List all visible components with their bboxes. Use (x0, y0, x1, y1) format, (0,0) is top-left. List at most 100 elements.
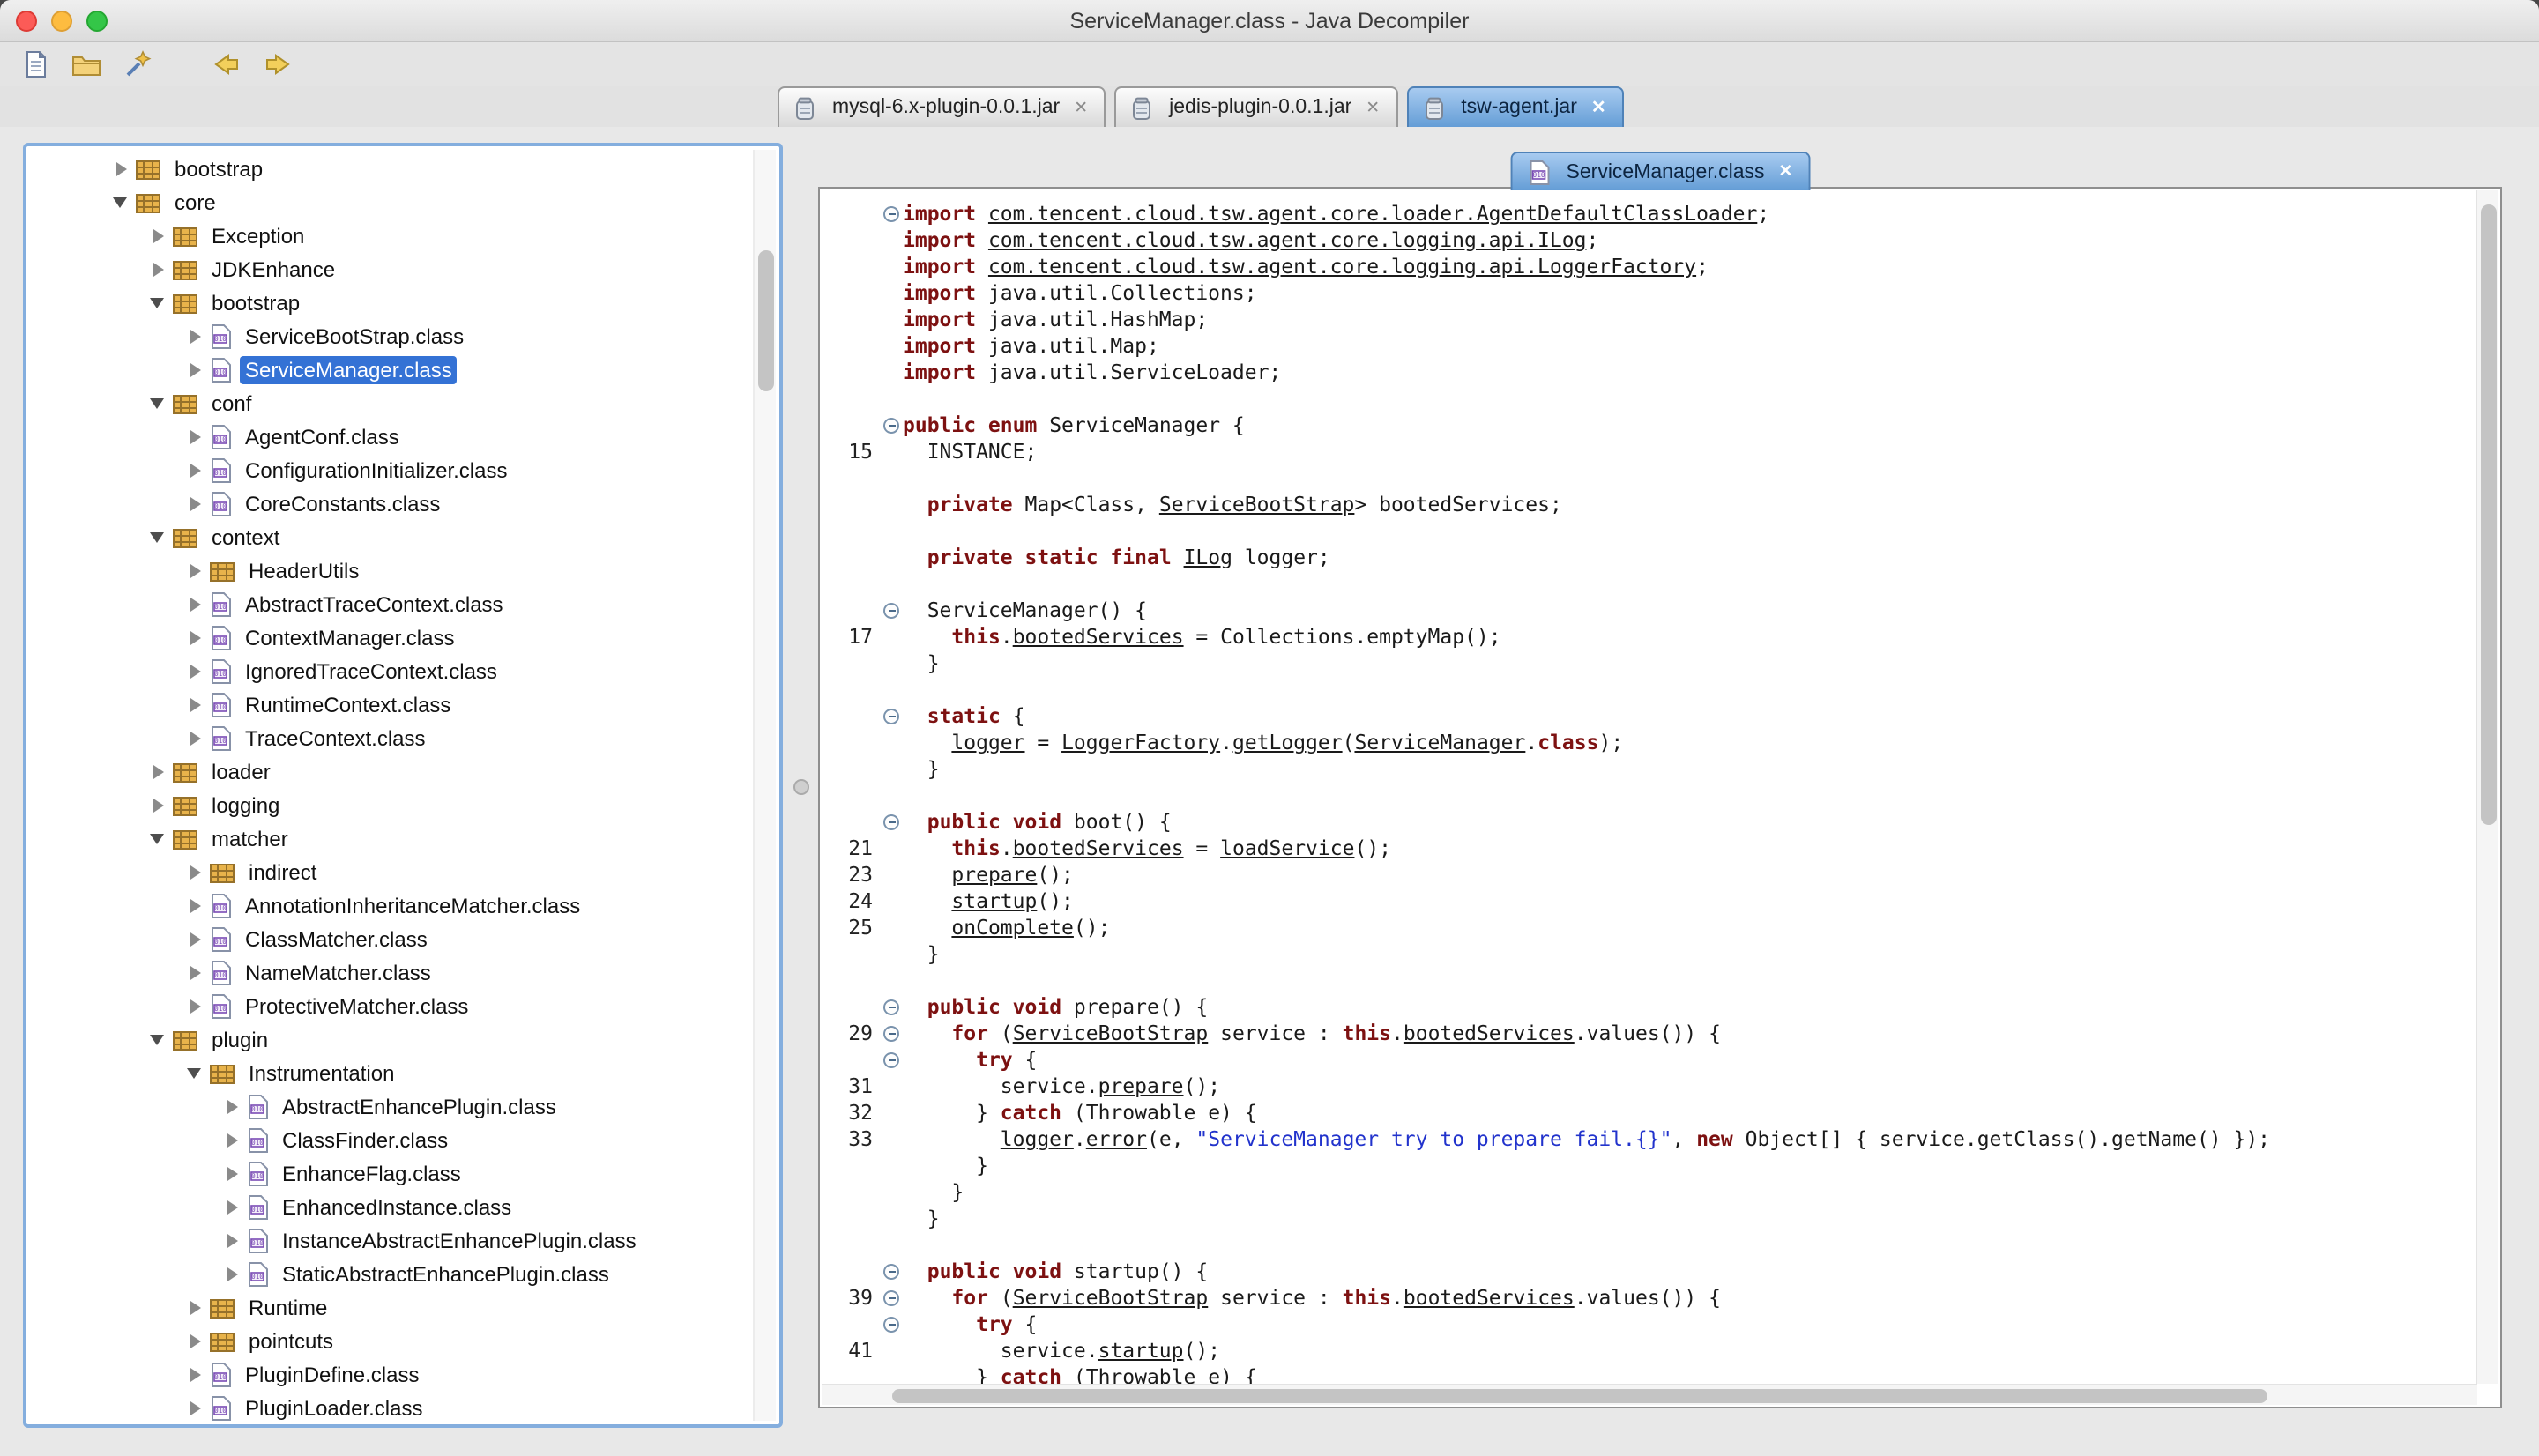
fold-icon[interactable] (880, 201, 903, 227)
chevron-collapsed-icon[interactable] (148, 226, 168, 245)
jar-tab-mysql-6-x-plugin-0-0-1-jar[interactable]: mysql-6.x-plugin-0.0.1.jar✕ (778, 86, 1106, 127)
chevron-expanded-icon[interactable] (148, 1029, 168, 1049)
tree-item-context[interactable]: context (26, 520, 755, 553)
splitter-handle[interactable] (793, 779, 809, 795)
chevron-expanded-icon[interactable] (148, 293, 168, 312)
close-icon[interactable]: ✕ (1074, 98, 1088, 117)
tree-item-logging[interactable]: logging (26, 788, 755, 821)
tree-item-abstracttracecontext-class[interactable]: 010AbstractTraceContext.class (26, 587, 755, 620)
fold-icon[interactable] (880, 1259, 903, 1285)
tree-item-exception[interactable]: Exception (26, 219, 755, 252)
chevron-collapsed-icon[interactable] (185, 561, 205, 580)
tree-item-enhanceflag-class[interactable]: 010EnhanceFlag.class (26, 1156, 755, 1190)
open-folder-button[interactable] (69, 47, 104, 82)
tree-item-staticabstractenhanceplugin-class[interactable]: 010StaticAbstractEnhancePlugin.class (26, 1257, 755, 1290)
tree-item-configurationinitializer-class[interactable]: 010ConfigurationInitializer.class (26, 453, 755, 487)
tree-item-core[interactable]: core (26, 185, 755, 219)
tree-item-servicemanager-class[interactable]: 010ServiceManager.class (26, 353, 755, 386)
fold-icon[interactable] (880, 1047, 903, 1073)
code-link[interactable]: loadService (1220, 836, 1354, 860)
tree-item-headerutils[interactable]: HeaderUtils (26, 553, 755, 587)
fold-icon[interactable] (880, 1311, 903, 1338)
fold-icon[interactable] (880, 1021, 903, 1047)
chevron-expanded-icon[interactable] (111, 192, 130, 212)
chevron-collapsed-icon[interactable] (185, 1331, 205, 1350)
chevron-collapsed-icon[interactable] (185, 862, 205, 881)
forward-button[interactable] (259, 47, 294, 82)
code-link[interactable]: logger (951, 730, 1024, 754)
editor-tab[interactable]: 010 ServiceManager.class ✕ (1510, 152, 1811, 190)
back-button[interactable] (208, 47, 243, 82)
tree-item-contextmanager-class[interactable]: 010ContextManager.class (26, 620, 755, 654)
tree-item-annotationinheritancematcher-class[interactable]: 010AnnotationInheritanceMatcher.class (26, 888, 755, 922)
search-button[interactable] (120, 47, 155, 82)
code-link[interactable]: startup (951, 888, 1037, 913)
code-link[interactable]: ServiceBootStrap (1013, 1285, 1209, 1310)
code-link[interactable]: getLogger (1232, 730, 1343, 754)
chevron-collapsed-icon[interactable] (148, 259, 168, 279)
tree-item-namematcher-class[interactable]: 010NameMatcher.class (26, 955, 755, 989)
chevron-collapsed-icon[interactable] (222, 1130, 242, 1149)
chevron-collapsed-icon[interactable] (185, 962, 205, 982)
chevron-collapsed-icon[interactable] (185, 1398, 205, 1417)
chevron-collapsed-icon[interactable] (222, 1096, 242, 1116)
code-link[interactable]: logger (1001, 1126, 1074, 1151)
code-link[interactable]: prepare (951, 862, 1037, 887)
chevron-collapsed-icon[interactable] (222, 1230, 242, 1250)
chevron-collapsed-icon[interactable] (222, 1264, 242, 1283)
close-icon[interactable]: ✕ (1591, 98, 1606, 117)
chevron-collapsed-icon[interactable] (148, 761, 168, 781)
code-link[interactable]: startup (1098, 1338, 1184, 1363)
chevron-collapsed-icon[interactable] (185, 427, 205, 446)
chevron-collapsed-icon[interactable] (185, 460, 205, 479)
close-icon[interactable]: ✕ (1779, 162, 1793, 182)
fold-icon[interactable] (880, 703, 903, 730)
tree-item-tracecontext-class[interactable]: 010TraceContext.class (26, 721, 755, 754)
chevron-collapsed-icon[interactable] (222, 1163, 242, 1183)
code-link[interactable]: com.tencent.cloud.tsw.agent.core.loader.… (988, 201, 1757, 226)
tree-item-plugindefine-class[interactable]: 010PluginDefine.class (26, 1357, 755, 1391)
tree-item-abstractenhanceplugin-class[interactable]: 010AbstractEnhancePlugin.class (26, 1089, 755, 1123)
tree-item-matcher[interactable]: matcher (26, 821, 755, 855)
code-link[interactable]: bootedServices (1404, 1285, 1575, 1310)
fold-icon[interactable] (880, 809, 903, 836)
chevron-collapsed-icon[interactable] (185, 594, 205, 613)
chevron-collapsed-icon[interactable] (185, 895, 205, 915)
chevron-collapsed-icon[interactable] (185, 326, 205, 345)
chevron-expanded-icon[interactable] (148, 393, 168, 412)
tree-item-classfinder-class[interactable]: 010ClassFinder.class (26, 1123, 755, 1156)
code-link[interactable]: bootedServices (1013, 836, 1184, 860)
code-link[interactable]: bootedServices (1013, 624, 1184, 649)
tree-item-bootstrap[interactable]: bootstrap (26, 152, 755, 185)
tree-item-runtimecontext-class[interactable]: 010RuntimeContext.class (26, 687, 755, 721)
tree-item-enhancedinstance-class[interactable]: 010EnhancedInstance.class (26, 1190, 755, 1223)
code-horizontal-scrollbar-thumb[interactable] (892, 1388, 2267, 1402)
tree-item-coreconstants-class[interactable]: 010CoreConstants.class (26, 487, 755, 520)
close-window-button[interactable] (16, 11, 37, 32)
chevron-collapsed-icon[interactable] (185, 728, 205, 747)
minimize-window-button[interactable] (51, 11, 72, 32)
tree-item-pointcuts[interactable]: pointcuts (26, 1324, 755, 1357)
chevron-collapsed-icon[interactable] (185, 494, 205, 513)
open-file-button[interactable] (18, 47, 53, 82)
code-vertical-scrollbar[interactable] (2476, 190, 2498, 1384)
tree-item-loader[interactable]: loader (26, 754, 755, 788)
code-link[interactable]: bootedServices (1404, 1021, 1575, 1045)
code-vertical-scrollbar-thumb[interactable] (2480, 204, 2496, 825)
fold-icon[interactable] (880, 412, 903, 439)
code-link[interactable]: error (1086, 1126, 1147, 1151)
fold-icon[interactable] (880, 598, 903, 624)
chevron-expanded-icon[interactable] (185, 1063, 205, 1082)
tree-item-classmatcher-class[interactable]: 010ClassMatcher.class (26, 922, 755, 955)
code-link[interactable]: ServiceManager (1354, 730, 1525, 754)
tree-item-instrumentation[interactable]: Instrumentation (26, 1056, 755, 1089)
tree-vertical-scrollbar[interactable] (753, 150, 776, 1421)
code-link[interactable]: com.tencent.cloud.tsw.agent.core.logging… (988, 254, 1696, 279)
chevron-collapsed-icon[interactable] (185, 628, 205, 647)
chevron-collapsed-icon[interactable] (185, 360, 205, 379)
fold-icon[interactable] (880, 994, 903, 1021)
code-link[interactable]: LoggerFactory (1061, 730, 1220, 754)
chevron-collapsed-icon[interactable] (185, 661, 205, 680)
tree-item-instanceabstractenhanceplugin-class[interactable]: 010InstanceAbstractEnhancePlugin.class (26, 1223, 755, 1257)
jar-tab-jedis-plugin-0-0-1-jar[interactable]: jedis-plugin-0.0.1.jar✕ (1114, 86, 1397, 127)
